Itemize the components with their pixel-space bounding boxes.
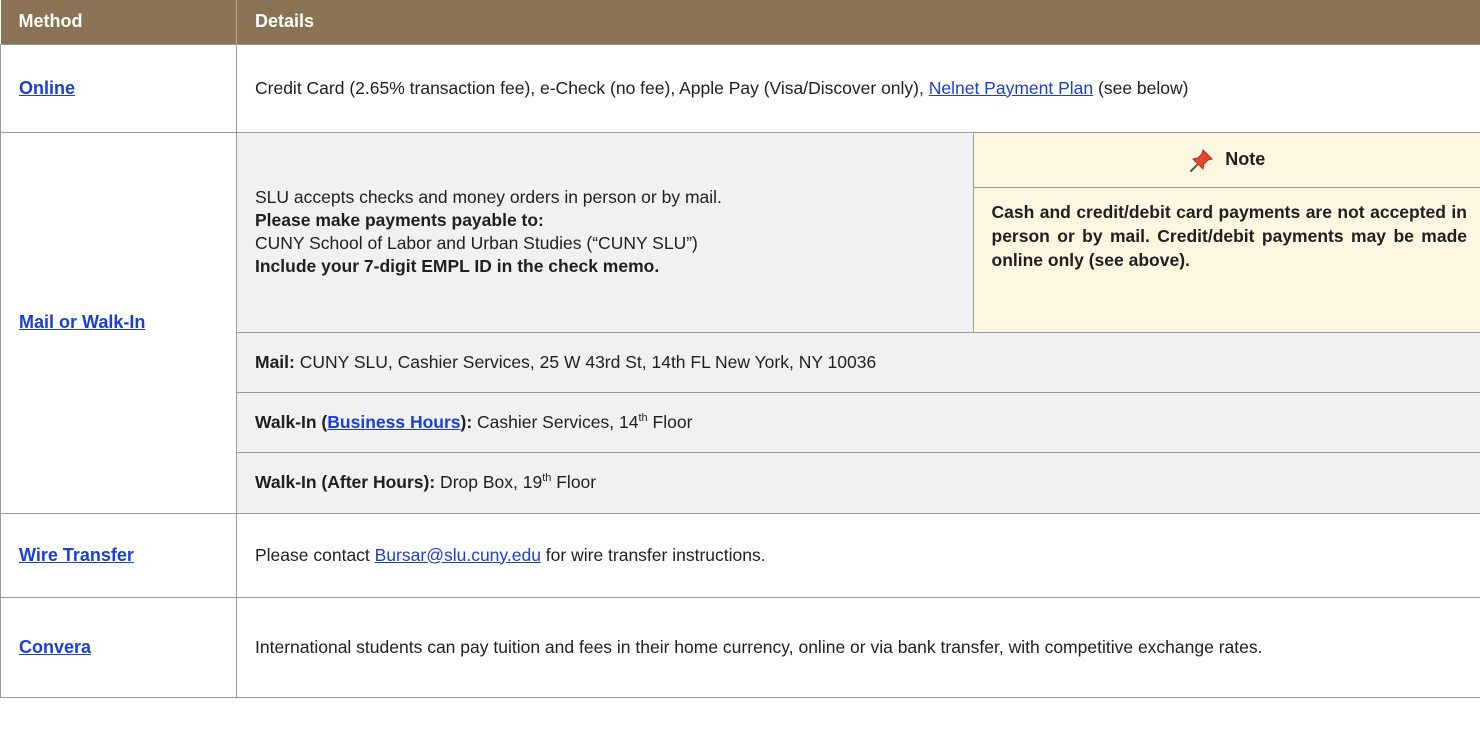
online-link[interactable]: Online (19, 78, 75, 98)
walkin-label: Walk-In ( (255, 412, 328, 432)
mail-address-cell: Mail: CUNY SLU, Cashier Services, 25 W 4… (237, 332, 1480, 393)
mail-or-walk-in-link[interactable]: Mail or Walk-In (19, 312, 145, 332)
online-text: Credit Card (2.65% transaction fee), e-C… (255, 77, 929, 98)
memo-instruction: Include your 7-digit EMPL ID in the chec… (255, 256, 660, 277)
note-title: Note (1225, 149, 1266, 169)
business-hours-link[interactable]: Business Hours (327, 412, 460, 432)
mail-accept-row: SLU accepts checks and money orders in p… (237, 132, 1480, 333)
details-cell-online: Credit Card (2.65% transaction fee), e-C… (236, 43, 1480, 133)
wire-transfer-link[interactable]: Wire Transfer (19, 545, 134, 565)
payment-methods-table: Method Details Online Credit Card (2.65%… (0, 0, 1480, 698)
mail-details-table: SLU accepts checks and money orders in p… (237, 132, 1480, 513)
nelnet-payment-plan-link[interactable]: Nelnet Payment Plan (929, 78, 1093, 98)
wire-suffix: for wire transfer instructions. (540, 544, 766, 565)
header-details: Details (236, 0, 1480, 44)
note-body: Cash and credit/debit card payments are … (991, 201, 1468, 270)
after-hours-floor: Floor (551, 472, 597, 493)
table-row-online: Online Credit Card (2.65% transaction fe… (0, 43, 1480, 133)
after-hours-text: Drop Box, 19 (435, 472, 543, 493)
walkin-after-cell: Walk-In (After Hours): Drop Box, 19th Fl… (237, 452, 1480, 513)
walkin-text: Cashier Services, 14 (472, 412, 639, 432)
method-cell-wire: Wire Transfer (0, 512, 237, 598)
payable-label: Please make payments payable to: (255, 210, 544, 231)
walkin-after-hours-row: Walk-In (After Hours): Drop Box, 19th Fl… (237, 452, 1480, 513)
mail-address: CUNY SLU, Cashier Services, 25 W 43rd St… (294, 352, 877, 372)
mail-label: Mail: (255, 352, 295, 372)
method-cell-mail: Mail or Walk-In (0, 131, 237, 514)
table-row-wire-transfer: Wire Transfer Please contact Bursar@slu.… (0, 512, 1480, 598)
method-cell-online: Online (0, 43, 237, 133)
pushpin-icon (1190, 148, 1214, 172)
walkin-close: ): (460, 412, 473, 432)
bursar-email-link[interactable]: Bursar@slu.cuny.edu (375, 545, 541, 565)
walkin-business-row: Walk-In (Business Hours): Cashier Servic… (237, 392, 1480, 453)
payment-methods-page: Method Details Online Credit Card (2.65%… (0, 0, 1480, 745)
accept-line: SLU accepts checks and money orders in p… (255, 187, 722, 208)
method-cell-convera: Convera (0, 596, 237, 698)
online-suffix: (see below) (1093, 77, 1189, 98)
mail-address-row: Mail: CUNY SLU, Cashier Services, 25 W 4… (237, 332, 1480, 393)
details-cell-convera: International students can pay tuition a… (236, 596, 1480, 698)
details-cell-wire: Please contact Bursar@slu.cuny.edu for w… (236, 512, 1480, 598)
note-header: Note (973, 133, 1480, 188)
convera-link[interactable]: Convera (19, 637, 91, 657)
table-row-convera: Convera International students can pay t… (0, 596, 1480, 698)
header-method: Method (0, 0, 237, 44)
note-box: Note Cash and credit/debit card payments… (973, 132, 1480, 333)
walkin-floor: Floor (647, 412, 693, 432)
walkin-business-cell: Walk-In (Business Hours): Cashier Servic… (237, 392, 1480, 453)
table-row-mail-walkin: Mail or Walk-In SLU accepts checks and m… (0, 131, 1480, 514)
after-hours-label: Walk-In (After Hours): (255, 472, 436, 493)
table-header-row: Method Details (0, 0, 1480, 44)
walkin-sup: th (638, 412, 648, 425)
wire-prefix: Please contact (255, 544, 375, 565)
details-cell-mail: SLU accepts checks and money orders in p… (236, 131, 1480, 514)
accept-info-cell: SLU accepts checks and money orders in p… (237, 132, 974, 333)
after-hours-sup: th (542, 472, 552, 485)
payable-to: CUNY School of Labor and Urban Studies (… (255, 233, 698, 254)
